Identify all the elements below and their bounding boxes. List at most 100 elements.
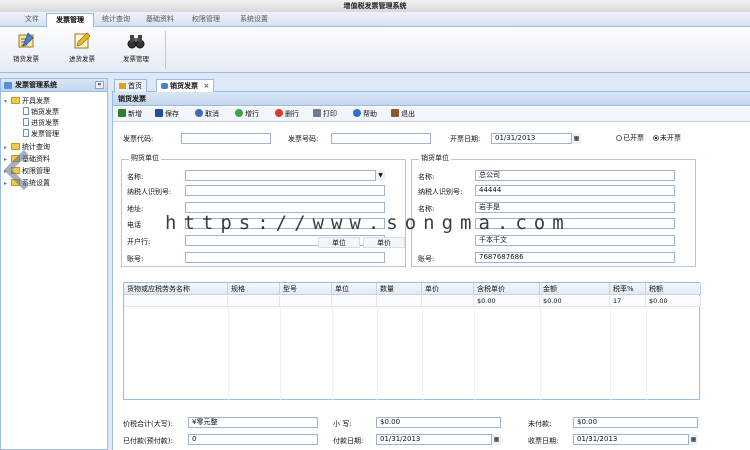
col-header-tax-incl-price[interactable]: 含税单价	[474, 283, 540, 295]
col-header-price[interactable]: 单价	[422, 283, 474, 295]
help-button[interactable]: 帮助	[353, 109, 377, 120]
table-cell[interactable]: $0.00	[474, 296, 540, 307]
pay-date-input[interactable]: 01/31/2013	[376, 434, 501, 445]
folder-icon	[11, 97, 20, 104]
tab-sales-invoice[interactable]: 销货发票 ×	[156, 79, 215, 92]
invoice-date-input[interactable]: 01/31/2013	[491, 133, 581, 144]
buyer-account-label: 账号:	[127, 255, 144, 263]
invoice-number-input[interactable]	[331, 133, 431, 144]
unpaid-label: 未付款:	[528, 420, 552, 428]
sidebar-header: 发票管理系统 «	[1, 79, 107, 92]
total-upper-label: 价税合计(大写):	[123, 420, 173, 428]
delete-row-button[interactable]: 删行	[275, 109, 299, 120]
seller-tax-id-input[interactable]: 44444	[475, 185, 675, 196]
table-cell[interactable]: $0.00	[540, 296, 610, 307]
table-cell[interactable]	[332, 296, 377, 307]
buyer-legend: 购货单位	[129, 154, 161, 163]
col-header-model[interactable]: 型号	[280, 283, 332, 295]
seller-account-input[interactable]: 7687687686	[475, 252, 675, 263]
calendar-icon[interactable]: ▦	[491, 434, 501, 445]
chevron-down-icon[interactable]: ▼	[375, 170, 385, 181]
menu-system-settings[interactable]: 系统设置	[232, 13, 276, 27]
exit-button[interactable]: 退出	[391, 109, 415, 120]
add-row-button[interactable]: 增行	[235, 109, 259, 120]
grid-col-divider	[280, 296, 281, 401]
seller-name-input[interactable]: 总公司	[475, 170, 675, 181]
menu-statistics[interactable]: 统计查询	[96, 13, 136, 27]
table-cell[interactable]	[228, 296, 280, 307]
buyer-phone-label: 电话	[127, 221, 141, 229]
menu-permissions[interactable]: 权限管理	[186, 13, 226, 27]
radio-issued[interactable]: 已开票	[616, 133, 644, 143]
table-cell[interactable]: $0.00	[646, 296, 701, 307]
col-header-amount[interactable]: 金额	[540, 283, 610, 295]
paid-label: 已付款(预付款):	[123, 437, 173, 445]
folder-icon	[11, 143, 20, 150]
col-header-quantity[interactable]: 数量	[377, 283, 422, 295]
home-icon	[4, 82, 12, 89]
tree-item-issue-invoice[interactable]: ▾ 开具发票	[4, 96, 50, 107]
radio-icon	[616, 135, 622, 141]
table-cell[interactable]	[124, 296, 228, 307]
calendar-icon[interactable]: ▦	[688, 434, 698, 445]
car-icon	[161, 83, 168, 89]
document-icon	[23, 129, 29, 137]
unpaid-input[interactable]: $0.00	[573, 417, 698, 428]
invoice-code-input[interactable]	[181, 133, 271, 144]
menu-basic-data[interactable]: 基础资料	[140, 13, 180, 27]
price-popup-label: 单价	[363, 237, 405, 248]
col-header-unit[interactable]: 单位	[332, 283, 377, 295]
paid-input[interactable]: 0	[188, 434, 318, 445]
col-header-tax-rate[interactable]: 税率%	[610, 283, 646, 295]
buyer-tax-id-input[interactable]	[185, 185, 385, 196]
cancel-button[interactable]: 取消	[195, 109, 219, 120]
col-header-spec[interactable]: 规格	[228, 283, 280, 295]
tree-item-purchase-invoice[interactable]: 进货发票	[23, 118, 59, 129]
ribbon-purchase-invoice-button[interactable]: 进货发票	[62, 31, 102, 71]
buyer-name-select[interactable]	[185, 170, 385, 181]
receipt-date-input[interactable]: 01/31/2013	[573, 434, 698, 445]
document-icon	[23, 118, 29, 126]
add-button[interactable]: 新增	[118, 109, 142, 120]
invoice-code-label: 发票代码:	[123, 135, 154, 143]
grid-col-divider	[422, 296, 423, 401]
seller-name-label: 名称:	[418, 173, 435, 181]
print-button[interactable]: 打印	[313, 109, 337, 120]
table-cell[interactable]	[280, 296, 332, 307]
col-header-tax-amount[interactable]: 税额	[646, 283, 701, 295]
buyer-tax-id-label: 纳税人识别号:	[127, 188, 172, 196]
seller-account-label: 账号:	[418, 255, 435, 263]
invoice-number-label: 发票号码:	[288, 135, 319, 143]
table-cell[interactable]	[422, 296, 474, 307]
buyer-name-label: 名称:	[127, 173, 144, 181]
calendar-icon[interactable]: ▦	[571, 133, 581, 144]
ribbon-sales-invoice-button[interactable]: 销货发票	[6, 31, 46, 71]
grid-col-divider	[332, 296, 333, 401]
ribbon-invoice-management-button[interactable]: 发票管理	[116, 31, 156, 71]
grid-col-divider	[474, 296, 475, 401]
save-button[interactable]: 保存	[155, 109, 179, 120]
collapse-toggle-icon[interactable]: ▾	[4, 96, 11, 107]
unit-popup-label: 单位	[318, 237, 360, 248]
exit-icon	[391, 109, 399, 117]
collapse-button[interactable]: «	[95, 81, 104, 89]
menu-invoice-management[interactable]: 发票管理	[46, 13, 94, 27]
seller-tax-id-label: 纳税人识别号:	[418, 188, 463, 196]
buyer-account-input[interactable]	[185, 252, 385, 263]
tree-item-sales-invoice[interactable]: 销货发票	[23, 107, 59, 118]
table-cell[interactable]	[377, 296, 422, 307]
seller-bank-input[interactable]: 千本千文	[475, 235, 675, 246]
tab-close-icon[interactable]: ×	[203, 82, 209, 90]
menu-file[interactable]: 文件	[18, 13, 46, 27]
help-icon	[353, 109, 361, 117]
col-header-goods[interactable]: 货物或应税劳务名称	[124, 283, 228, 295]
buyer-address-label: 地址:	[127, 205, 144, 213]
menu-bar: 文件 发票管理 统计查询 基础资料 权限管理 系统设置	[0, 12, 750, 27]
tab-home[interactable]: 首页	[114, 79, 147, 92]
chevron-left-icon	[3, 150, 29, 190]
table-cell[interactable]: 17	[610, 296, 646, 307]
total-upper-input[interactable]: ¥零元整	[188, 417, 318, 428]
tree-item-invoice-management[interactable]: 发票管理	[23, 129, 59, 140]
radio-not-issued[interactable]: 未开票	[653, 133, 681, 143]
total-lower-input[interactable]: $0.00	[376, 417, 501, 428]
